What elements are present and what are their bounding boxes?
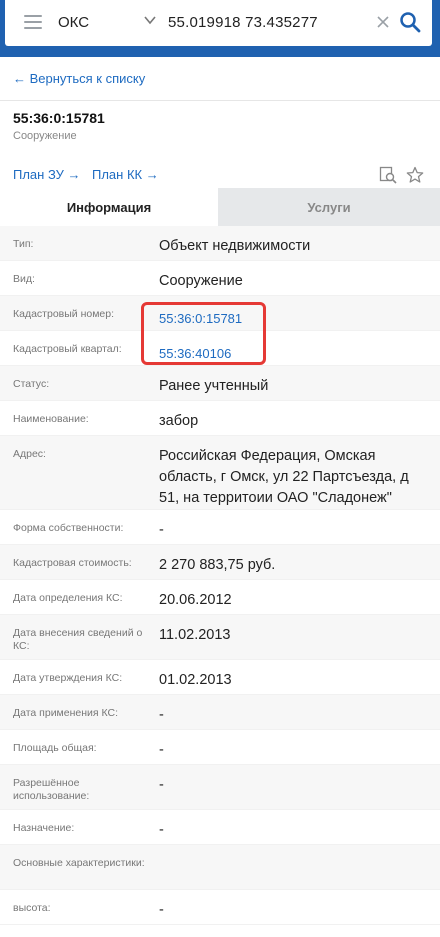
- tabs: Информация Услуги: [0, 188, 440, 226]
- row-value: забор: [159, 413, 199, 429]
- row-kind: Вид: Сооружение: [0, 261, 440, 296]
- object-title: 55:36:0:15781: [13, 110, 105, 126]
- row-label: Кадастровый номер:: [13, 308, 115, 320]
- row-label: Дата утверждения КС:: [13, 672, 123, 684]
- search-input[interactable]: 55.019918 73.435277: [168, 14, 318, 31]
- row-value: Сооружение: [159, 273, 243, 289]
- row-cadastral-number: Кадастровый номер: 55:36:0:15781: [0, 296, 440, 331]
- row-label: Дата внесения сведений о КС:: [13, 627, 143, 652]
- cadastral-number-link[interactable]: 55:36:0:15781: [159, 308, 429, 329]
- row-label: Дата определения КС:: [13, 592, 123, 604]
- row-value: Ранее учтенный: [159, 378, 269, 394]
- top-bar: ОКС 55.019918 73.435277: [0, 0, 440, 57]
- hamburger-menu-icon[interactable]: [24, 15, 42, 29]
- object-type-select[interactable]: ОКС: [58, 14, 89, 31]
- row-date-entered: Дата внесения сведений о КС: 11.02.2013: [0, 615, 440, 660]
- row-value: -: [159, 822, 164, 838]
- zoom-to-object-icon[interactable]: [379, 166, 397, 184]
- row-value: Российская Федерация, Омская область, г …: [159, 448, 409, 506]
- row-value: -: [159, 522, 164, 538]
- row-value: 01.02.2013: [159, 672, 232, 688]
- row-label: Основные характеристики:: [13, 857, 145, 869]
- row-main-characteristics: Основные характеристики:: [0, 845, 440, 890]
- row-cadastral-quarter: Кадастровый квартал: 55:36:40106: [0, 331, 440, 366]
- row-height: высота: -: [0, 890, 440, 925]
- row-address: Адрес: Российская Федерация, Омская обла…: [0, 436, 440, 510]
- row-label: Адрес:: [13, 448, 46, 460]
- object-subtitle: Сооружение: [13, 130, 77, 142]
- row-cadastral-value: Кадастровая стоимость: 2 270 883,75 руб.: [0, 545, 440, 580]
- plan-zu-link[interactable]: План ЗУ →: [13, 167, 81, 182]
- row-label: Кадастровая стоимость:: [13, 557, 132, 569]
- row-value: -: [159, 707, 164, 723]
- row-value: Объект недвижимости: [159, 238, 311, 254]
- cadastral-quarter-link[interactable]: 55:36:40106: [159, 343, 429, 364]
- row-label: высота:: [13, 902, 51, 914]
- row-area: Площадь общая: -: [0, 730, 440, 765]
- row-status: Статус: Ранее учтенный: [0, 366, 440, 401]
- row-date-approved: Дата утверждения КС: 01.02.2013: [0, 660, 440, 695]
- row-label: Дата применения КС:: [13, 707, 119, 719]
- row-label: Статус:: [13, 378, 50, 390]
- row-value: -: [159, 902, 164, 918]
- row-value: -: [159, 777, 164, 793]
- row-label: Назначение:: [13, 822, 75, 834]
- row-permitted-use: Разрешённое использование: -: [0, 765, 440, 810]
- row-label: Площадь общая:: [13, 742, 97, 754]
- row-label: Тип:: [13, 238, 34, 250]
- row-date-determined: Дата определения КС: 20.06.2012: [0, 580, 440, 615]
- search-box: ОКС 55.019918 73.435277: [5, 0, 432, 46]
- plan-kk-link[interactable]: План КК →: [92, 167, 159, 182]
- row-date-applied: Дата применения КС: -: [0, 695, 440, 730]
- divider: [0, 100, 440, 101]
- star-icon[interactable]: [406, 166, 424, 184]
- info-table: Тип: Объект недвижимости Вид: Сооружение…: [0, 226, 440, 925]
- row-purpose: Назначение: -: [0, 810, 440, 845]
- search-icon[interactable]: [399, 11, 421, 33]
- row-value: 2 270 883,75 руб.: [159, 557, 276, 573]
- row-label: Наименование:: [13, 413, 89, 425]
- close-icon[interactable]: [375, 14, 391, 30]
- row-value: 20.06.2012: [159, 592, 232, 608]
- tab-information[interactable]: Информация: [0, 188, 218, 226]
- row-label: Разрешённое использование:: [13, 777, 90, 802]
- row-name: Наименование: забор: [0, 401, 440, 436]
- row-type: Тип: Объект недвижимости: [0, 226, 440, 261]
- tab-services[interactable]: Услуги: [218, 188, 440, 226]
- row-label: Кадастровый квартал:: [13, 343, 122, 355]
- row-label: Вид:: [13, 273, 35, 285]
- row-value: 11.02.2013: [159, 627, 231, 643]
- chevron-down-icon[interactable]: [143, 13, 157, 27]
- row-value: -: [159, 742, 164, 758]
- row-ownership: Форма собственности: -: [0, 510, 440, 545]
- back-to-list-link[interactable]: ← Вернуться к списку: [13, 71, 145, 86]
- row-label: Форма собственности:: [13, 522, 124, 534]
